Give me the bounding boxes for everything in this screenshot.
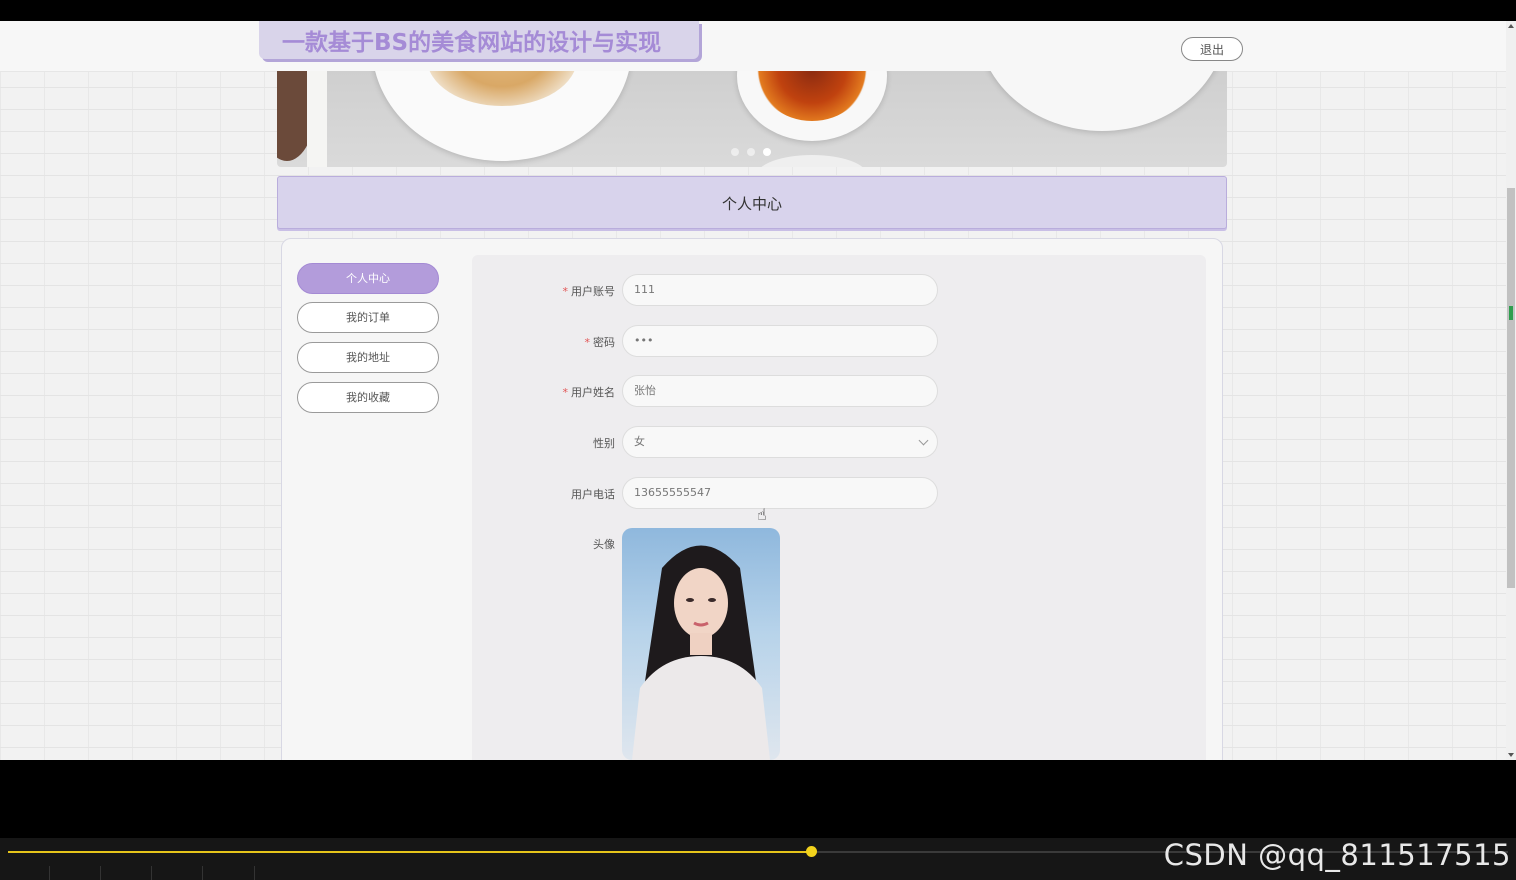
scrollbar-marker <box>1509 306 1513 320</box>
control-segment[interactable] <box>0 866 50 880</box>
name-label-text: 用户姓名 <box>571 386 615 399</box>
required-mark: * <box>562 285 569 298</box>
logout-button[interactable]: 退出 <box>1181 37 1243 61</box>
banner-carousel[interactable] <box>277 71 1227 167</box>
control-segment[interactable] <box>101 866 152 880</box>
control-segment[interactable] <box>203 866 255 880</box>
carousel-dot-active[interactable] <box>763 148 771 156</box>
avatar-label: 头像 <box>593 538 615 551</box>
control-segment[interactable] <box>152 866 203 880</box>
banner-image <box>307 71 327 167</box>
name-label: * 用户姓名 <box>495 384 616 400</box>
phone-label: 用户电话 <box>571 488 615 501</box>
mouse-cursor-icon: ☝ <box>757 505 767 524</box>
banner-image <box>757 155 867 167</box>
password-label: * 密码 <box>495 334 616 350</box>
chevron-down-icon <box>918 435 929 446</box>
progress-fill <box>8 851 811 853</box>
sidebar-item-favorites[interactable]: 我的收藏 <box>297 382 439 413</box>
top-bar: 一款基于BS的美食网站的设计与实现 退出 <box>0 21 1506 72</box>
required-mark: * <box>562 386 569 399</box>
section-title: 个人中心 <box>721 195 782 213</box>
sidebar-item-orders[interactable]: 我的订单 <box>297 302 439 333</box>
account-label: * 用户账号 <box>495 283 616 299</box>
account-input[interactable]: 111 <box>622 274 938 306</box>
vertical-scrollbar[interactable] <box>1506 21 1516 760</box>
browser-viewport: 一款基于BS的美食网站的设计与实现 退出 个人中心 个人中心 我的订单 我的地址… <box>0 21 1516 760</box>
password-label-text: 密码 <box>593 336 615 349</box>
watermark: CSDN @qq_811517515 <box>1163 838 1511 872</box>
scroll-down-icon[interactable] <box>1508 753 1514 757</box>
carousel-dot[interactable] <box>731 148 739 156</box>
carousel-dot[interactable] <box>747 148 755 156</box>
password-input[interactable]: ••• <box>622 325 938 357</box>
avatar-image[interactable] <box>622 528 780 760</box>
gender-value: 女 <box>634 435 645 448</box>
phone-input[interactable]: 13655555547 <box>622 477 938 509</box>
section-header: 个人中心 <box>277 176 1227 229</box>
name-input[interactable]: 张怡 <box>622 375 938 407</box>
site-title: 一款基于BS的美食网站的设计与实现 <box>282 30 662 56</box>
required-mark: * <box>584 336 591 349</box>
sidebar-item-addresses[interactable]: 我的地址 <box>297 342 439 373</box>
gender-label: 性别 <box>593 437 615 450</box>
scroll-up-icon[interactable] <box>1508 24 1514 28</box>
control-segment[interactable] <box>50 866 101 880</box>
gender-select[interactable]: 女 <box>622 426 938 458</box>
progress-knob[interactable] <box>805 846 817 857</box>
sidebar-item-profile[interactable]: 个人中心 <box>297 263 439 294</box>
avatar-portrait <box>632 545 770 760</box>
scrollbar-thumb[interactable] <box>1507 188 1515 588</box>
banner-image <box>977 71 1227 131</box>
account-label-text: 用户账号 <box>571 285 615 298</box>
